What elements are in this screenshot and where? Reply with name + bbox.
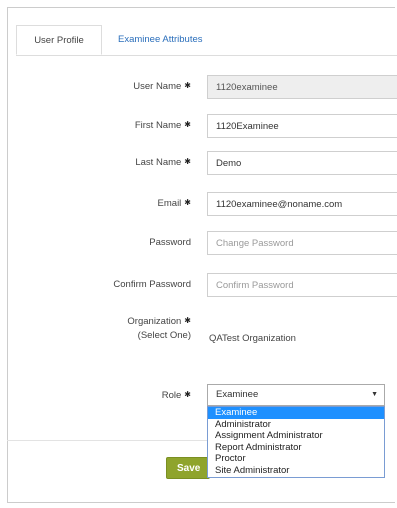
required-marker-icon: ✱ bbox=[184, 316, 191, 325]
password-field[interactable] bbox=[207, 231, 397, 255]
last-name-label: Last Name ✱ bbox=[135, 157, 191, 168]
role-option-examinee[interactable]: Examinee bbox=[208, 407, 384, 419]
confirm-password-label: Confirm Password bbox=[113, 279, 191, 290]
form-divider bbox=[7, 440, 207, 441]
organization-value: QATest Organization bbox=[209, 333, 296, 344]
organization-sublabel: (Select One) bbox=[137, 330, 191, 341]
username-label: User Name ✱ bbox=[133, 81, 191, 92]
role-option-report-administrator[interactable]: Report Administrator bbox=[208, 442, 384, 454]
tab-examinee-attributes[interactable]: Examinee Attributes bbox=[108, 25, 213, 55]
required-marker-icon: ✱ bbox=[184, 390, 191, 399]
required-marker-icon: ✱ bbox=[184, 120, 191, 129]
required-marker-icon: ✱ bbox=[184, 157, 191, 166]
role-option-administrator[interactable]: Administrator bbox=[208, 419, 384, 431]
first-name-label: First Name ✱ bbox=[134, 120, 191, 131]
role-option-site-administrator[interactable]: Site Administrator bbox=[208, 465, 384, 477]
first-name-field[interactable] bbox=[207, 114, 397, 138]
email-label: Email ✱ bbox=[157, 198, 191, 209]
email-field[interactable] bbox=[207, 192, 397, 216]
required-marker-icon: ✱ bbox=[184, 198, 191, 207]
organization-label: Organization ✱ (Select One) bbox=[127, 316, 191, 341]
last-name-field[interactable] bbox=[207, 151, 397, 175]
tab-user-profile[interactable]: User Profile bbox=[16, 25, 102, 55]
confirm-password-field[interactable] bbox=[207, 273, 397, 297]
required-marker-icon: ✱ bbox=[184, 81, 191, 90]
role-option-proctor[interactable]: Proctor bbox=[208, 453, 384, 465]
password-label: Password bbox=[149, 237, 191, 248]
role-dropdown-list: Examinee Administrator Assignment Admini… bbox=[207, 406, 385, 478]
role-label: Role ✱ bbox=[161, 390, 191, 401]
save-button[interactable]: Save bbox=[166, 457, 210, 479]
username-field[interactable] bbox=[207, 75, 397, 99]
role-option-assignment-administrator[interactable]: Assignment Administrator bbox=[208, 430, 384, 442]
role-select[interactable]: Examinee ▼ bbox=[207, 384, 385, 406]
role-select-value: Examinee bbox=[216, 389, 259, 400]
dropdown-arrow-icon: ▼ bbox=[371, 391, 378, 398]
